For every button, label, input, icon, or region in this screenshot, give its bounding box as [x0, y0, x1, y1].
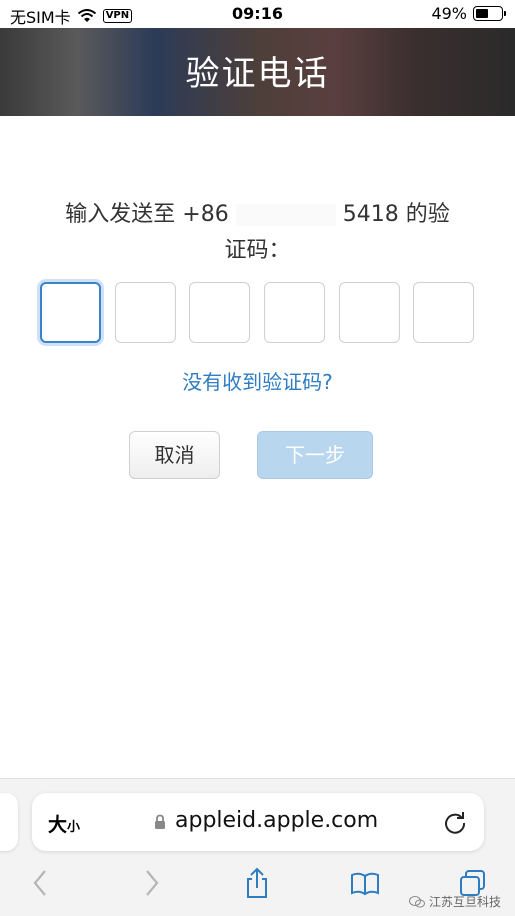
- watermark: 江苏互旦科技: [408, 893, 501, 910]
- prompt-line2: 证码：: [224, 238, 291, 263]
- code-box-2[interactable]: [115, 282, 176, 343]
- reload-icon[interactable]: [442, 809, 468, 835]
- wechat-icon: [408, 895, 425, 907]
- forward-icon[interactable]: [136, 867, 166, 899]
- url-text: appleid.apple.com: [175, 808, 379, 833]
- back-icon[interactable]: [26, 867, 56, 899]
- lock-icon: [155, 814, 165, 829]
- text-size-large: 大: [48, 814, 68, 836]
- watermark-text: 江苏互旦科技: [428, 895, 501, 909]
- browser-bottom-bar: 大小 appleid.apple.com 江苏互旦科技: [0, 778, 515, 916]
- prompt-end: 5418 的验: [342, 202, 450, 227]
- battery-percent: 49%: [431, 4, 467, 23]
- masked-number: [235, 204, 336, 226]
- previous-tab-peek[interactable]: [0, 793, 18, 851]
- code-input-row: [40, 282, 475, 344]
- code-box-1[interactable]: [40, 282, 101, 343]
- bookmarks-icon[interactable]: [350, 867, 380, 899]
- battery-icon: [473, 6, 506, 21]
- text-size-small: 小: [67, 820, 81, 835]
- code-box-5[interactable]: [339, 282, 400, 343]
- next-button[interactable]: 下一步: [257, 431, 373, 479]
- cancel-button[interactable]: 取消: [129, 431, 220, 479]
- page-title: 验证电话: [185, 54, 330, 94]
- code-box-4[interactable]: [264, 282, 325, 343]
- text-size-button[interactable]: 大小: [48, 810, 80, 837]
- status-bar: 无SIM卡 VPN 09:16 49%: [0, 0, 515, 28]
- status-right: 49%: [431, 4, 506, 23]
- code-box-3[interactable]: [189, 282, 250, 343]
- code-box-6[interactable]: [413, 282, 474, 343]
- page-header: 验证电话: [0, 28, 515, 116]
- prompt-start: 输入发送至 +86: [65, 202, 229, 227]
- share-icon[interactable]: [242, 867, 272, 899]
- no-code-link[interactable]: 没有收到验证码?: [0, 366, 515, 395]
- address-bar[interactable]: 大小 appleid.apple.com: [32, 793, 484, 851]
- verify-prompt: 输入发送至 +86 5418 的验: [40, 198, 475, 232]
